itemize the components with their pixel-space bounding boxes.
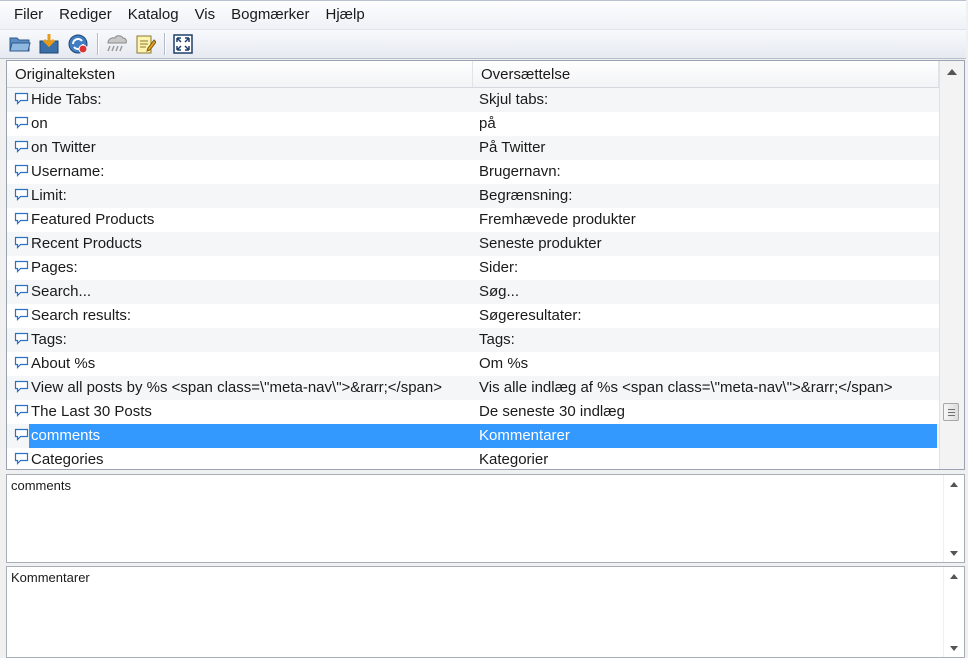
translation-text-cell: Tags: <box>479 331 515 348</box>
list-row[interactable]: comments Kommentarer <box>7 424 939 448</box>
translation-text-cell: De seneste 30 indlæg <box>479 403 625 420</box>
translation-text-cell: Skjul tabs: <box>479 91 549 108</box>
menu-edit[interactable]: Rediger <box>51 1 120 29</box>
comment-icon <box>14 212 29 225</box>
comment-icon <box>14 140 29 153</box>
list-row[interactable]: Featured Products Fremhævede produkter <box>7 208 939 232</box>
original-text-cell: Pages: <box>31 259 78 276</box>
menubar: Filer Rediger Katalog Vis Bogmærker Hjæl… <box>0 0 966 30</box>
translation-text-pane[interactable]: Kommentarer <box>6 566 965 658</box>
translation-text-cell: På Twitter <box>479 139 546 156</box>
comment-icon <box>14 380 29 393</box>
original-text-cell: Hide Tabs: <box>31 91 102 108</box>
source-pane-scrollbar[interactable] <box>943 475 964 562</box>
list-rows: Hide Tabs: Skjul tabs: on på on Twitter På Tw… <box>7 88 939 469</box>
scroll-down-arrow[interactable] <box>950 551 958 556</box>
translation-pane-scrollbar[interactable] <box>943 567 964 657</box>
comment-icon <box>14 332 29 345</box>
list-header: Originalteksten Oversættelse <box>7 61 964 88</box>
translation-list[interactable]: Originalteksten Oversættelse Hide Tabs: S… <box>6 60 965 470</box>
translation-text-cell: Kategorier <box>479 451 549 468</box>
toolbar <box>0 30 966 59</box>
original-text-cell: Username: <box>31 163 105 180</box>
translation-text-cell: Brugernavn: <box>479 163 561 180</box>
original-text-cell: About %s <box>31 355 96 372</box>
toolbar-separator <box>164 33 165 55</box>
list-row[interactable]: Pages: Sider: <box>7 256 939 280</box>
translation-text-cell: Vis alle indlæg af %s <span class=\"meta… <box>479 379 893 396</box>
original-text-cell: on Twitter <box>31 139 96 156</box>
comment-icon <box>14 356 29 369</box>
menu-view[interactable]: Vis <box>187 1 224 29</box>
list-row[interactable]: Hide Tabs: Skjul tabs: <box>7 88 939 112</box>
list-row[interactable]: Tags: Tags: <box>7 328 939 352</box>
scroll-up-arrow[interactable] <box>947 69 957 75</box>
comment-icon <box>14 404 29 417</box>
original-text-cell: Featured Products <box>31 211 155 228</box>
translation-text: Kommentarer <box>11 570 90 585</box>
translation-text-cell: Kommentarer <box>479 427 570 444</box>
scroll-up-arrow[interactable] <box>950 482 958 487</box>
translation-text-cell: på <box>479 115 496 132</box>
menu-bookmarks[interactable]: Bogmærker <box>223 1 317 29</box>
original-text-cell: The Last 30 Posts <box>31 403 152 420</box>
scroll-thumb[interactable] <box>943 403 959 421</box>
original-text-cell: Tags: <box>31 331 67 348</box>
original-text-cell: Search results: <box>31 307 132 324</box>
update-icon[interactable] <box>66 32 90 56</box>
toolbar-separator <box>97 33 98 55</box>
list-row[interactable]: Search... Søg... <box>7 280 939 304</box>
edit-comment-icon[interactable] <box>133 32 157 56</box>
save-icon[interactable] <box>37 32 61 56</box>
list-row[interactable]: Username: Brugernavn: <box>7 160 939 184</box>
validate-icon[interactable] <box>104 32 128 56</box>
scroll-down-arrow[interactable] <box>950 646 958 651</box>
comment-icon <box>14 308 29 321</box>
comment-icon <box>14 284 29 297</box>
column-header-original[interactable]: Originalteksten <box>7 61 473 87</box>
comment-icon <box>14 236 29 249</box>
original-text-cell: Limit: <box>31 187 67 204</box>
list-row[interactable]: Recent Products Seneste produkter <box>7 232 939 256</box>
fullscreen-icon[interactable] <box>171 32 195 56</box>
menu-file[interactable]: Filer <box>6 1 51 29</box>
list-row[interactable]: on Twitter På Twitter <box>7 136 939 160</box>
original-text-cell: Recent Products <box>31 235 142 252</box>
translation-text-cell: Fremhævede produkter <box>479 211 636 228</box>
original-text-cell: Search... <box>31 283 92 300</box>
source-text: comments <box>11 478 71 493</box>
translation-text-cell: Søg... <box>479 283 520 300</box>
column-header-translation[interactable]: Oversættelse <box>473 61 939 87</box>
comment-icon <box>14 428 29 441</box>
open-folder-icon[interactable] <box>8 32 32 56</box>
translation-text-cell: Sider: <box>479 259 519 276</box>
menu-help[interactable]: Hjælp <box>318 1 373 29</box>
original-text-cell: View all posts by %s <span class=\"meta-… <box>31 379 442 396</box>
original-text-cell: Categories <box>31 451 104 468</box>
translation-text-cell: Om %s <box>479 355 529 372</box>
original-text-cell: on <box>31 115 48 132</box>
source-text-pane[interactable]: comments <box>6 474 965 563</box>
comment-icon <box>14 116 29 129</box>
translation-text-cell: Søgeresultater: <box>479 307 582 324</box>
comment-icon <box>14 260 29 273</box>
list-row[interactable]: Categories Kategorier <box>7 448 939 469</box>
list-row[interactable]: About %s Om %s <box>7 352 939 376</box>
list-scrollbar[interactable] <box>939 61 964 469</box>
list-row[interactable]: The Last 30 Posts De seneste 30 indlæg <box>7 400 939 424</box>
list-row[interactable]: View all posts by %s <span class=\"meta-… <box>7 376 939 400</box>
comment-icon <box>14 92 29 105</box>
original-text-cell: comments <box>31 427 101 444</box>
list-row[interactable]: on på <box>7 112 939 136</box>
comment-icon <box>14 188 29 201</box>
list-row[interactable]: Limit: Begrænsning: <box>7 184 939 208</box>
scroll-up-arrow[interactable] <box>950 574 958 579</box>
comment-icon <box>14 164 29 177</box>
list-row[interactable]: Search results: Søgeresultater: <box>7 304 939 328</box>
menu-catalog[interactable]: Katalog <box>120 1 187 29</box>
translation-text-cell: Seneste produkter <box>479 235 602 252</box>
translation-text-cell: Begrænsning: <box>479 187 573 204</box>
comment-icon <box>14 452 29 465</box>
